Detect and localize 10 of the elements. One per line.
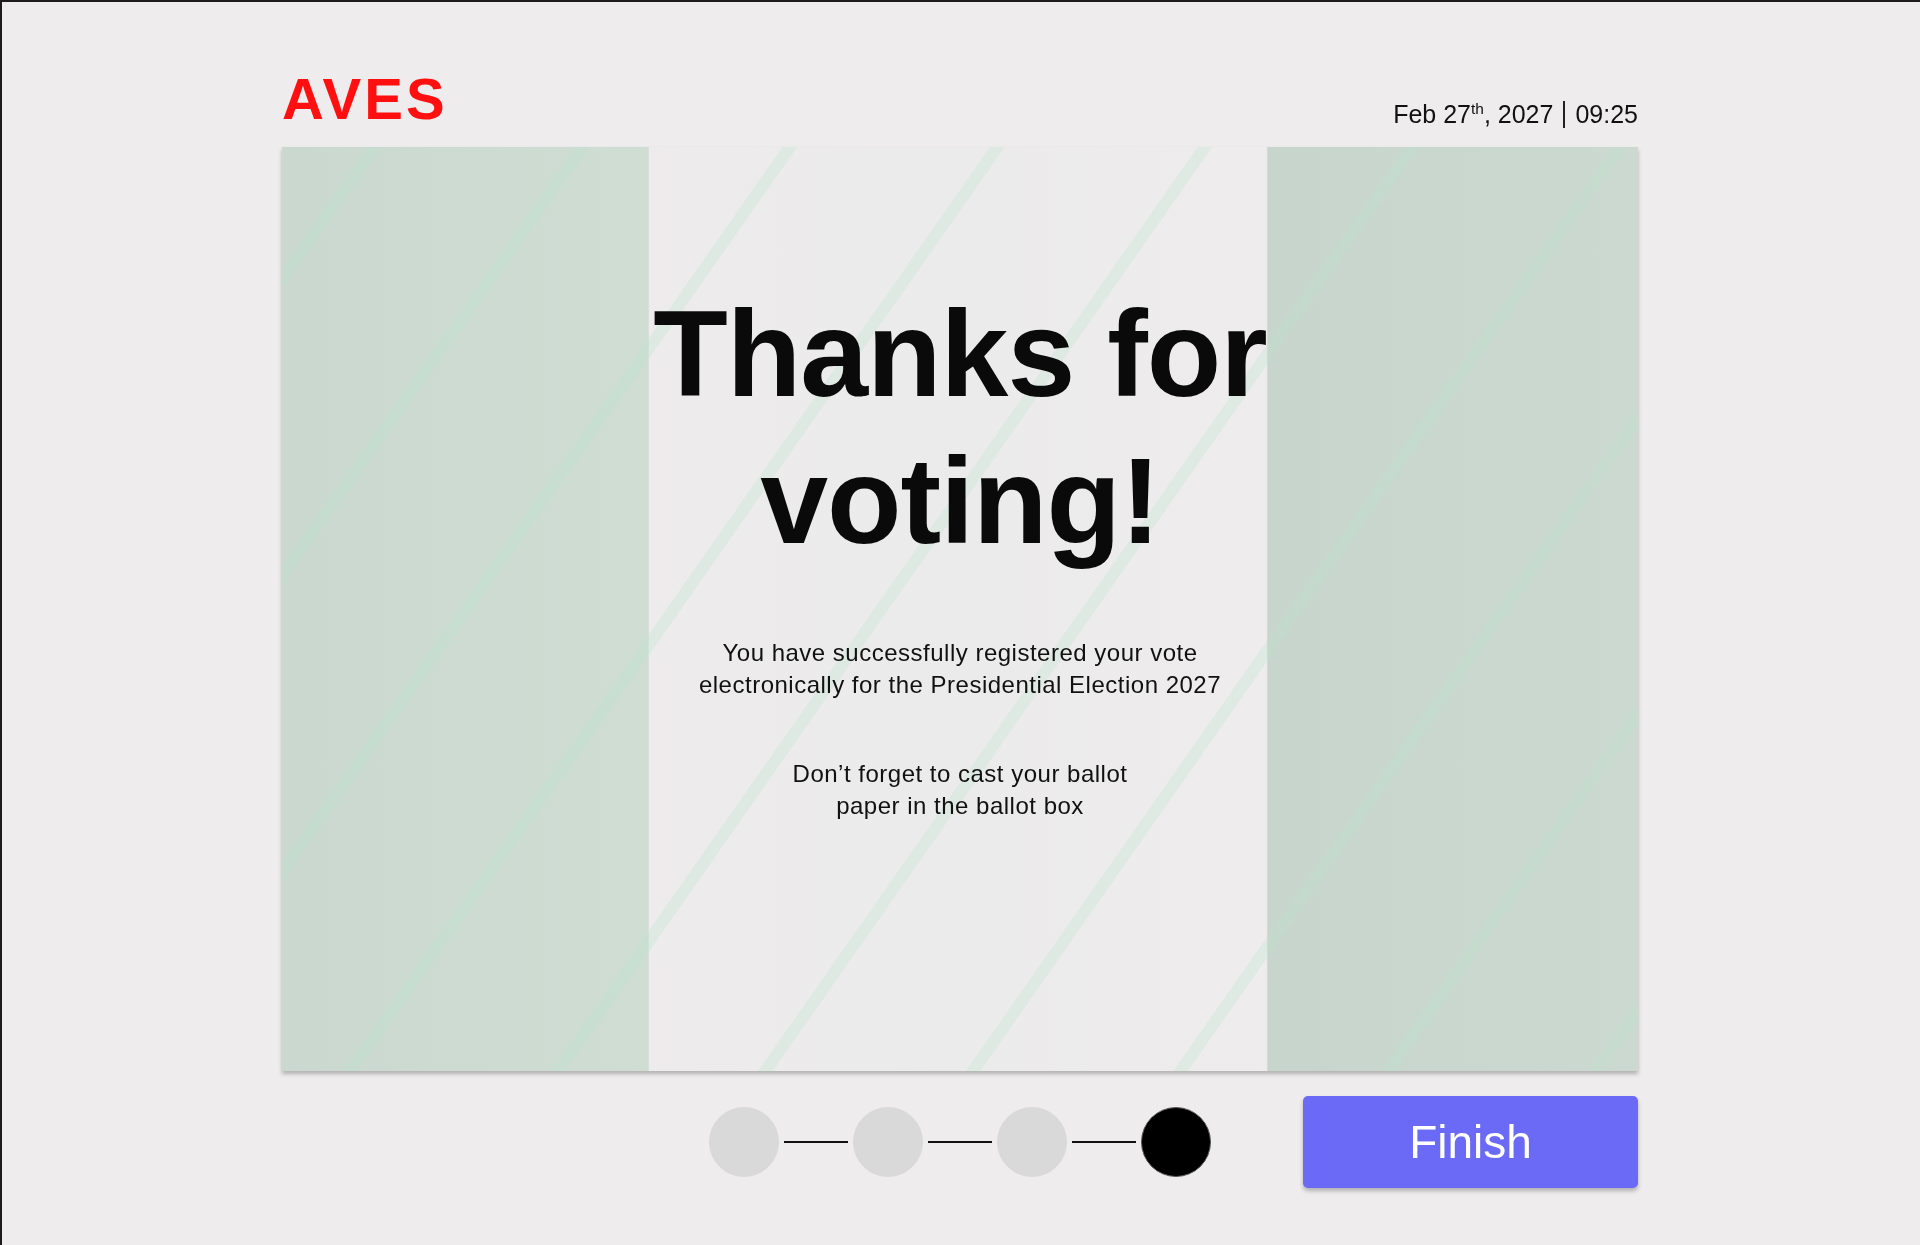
reminder-message: Don’t forget to cast your ballot paper in the ballot box bbox=[791, 759, 1129, 821]
finish-button[interactable]: Finish bbox=[1303, 1096, 1638, 1188]
thank-you-heading: Thanks for voting! bbox=[652, 285, 1268, 571]
time-text: 09:25 bbox=[1575, 102, 1638, 127]
date-text: Feb 27$^{th}$, 2027 bbox=[1393, 102, 1554, 127]
confirmation-message: You have successfully registered your vote electronically for the Presidential Election 2027 bbox=[697, 638, 1223, 700]
step-connector bbox=[928, 1141, 992, 1143]
step-connector bbox=[784, 1141, 848, 1143]
step-connector bbox=[1072, 1141, 1136, 1143]
logo: AVES bbox=[282, 70, 448, 128]
